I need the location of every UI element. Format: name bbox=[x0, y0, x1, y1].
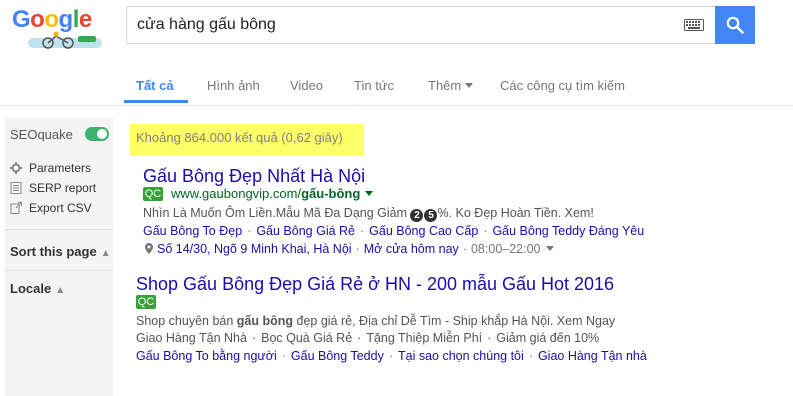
desc-number-badge: 5 bbox=[424, 209, 438, 222]
desc-text: đẹp giá rẻ, Địa chỉ Dễ Tìm - Ship khắp H… bbox=[293, 314, 616, 328]
callout: Bọc Quà Giá Rẻ bbox=[261, 331, 353, 345]
separator-dot: · bbox=[251, 331, 257, 345]
ad-description: Shop chuyên bán gấu bông đẹp giá rẻ, Địa… bbox=[136, 314, 615, 328]
tab-video[interactable]: Video bbox=[290, 78, 323, 93]
chevron-up-icon: ▲ bbox=[100, 248, 111, 259]
export-icon bbox=[10, 202, 22, 214]
separator-dot: · bbox=[483, 224, 488, 238]
ad-badge: QC bbox=[143, 187, 163, 201]
sort-label: Sort this page bbox=[10, 244, 97, 259]
sitelink[interactable]: Gấu Bông Teddy Đáng Yêu bbox=[492, 224, 644, 238]
separator-dot: · bbox=[388, 349, 393, 363]
ad-description: Nhìn Là Muốn Ôm Liền.Mẫu Mã Đa Dạng Giảm… bbox=[143, 206, 594, 222]
separator-dot: · bbox=[462, 242, 467, 256]
separator-dot: · bbox=[281, 349, 286, 363]
desc-text: Shop chuyên bán bbox=[136, 314, 237, 328]
ad-title[interactable]: Shop Gấu Bông Đẹp Giá Rẻ ở HN - 200 mẫu … bbox=[136, 274, 614, 295]
gear-icon bbox=[10, 162, 22, 174]
ad-sitelinks: Gấu Bông To Đẹp · Gấu Bông Giá Rẻ · Gấu Bông… bbox=[143, 224, 644, 238]
search-button[interactable] bbox=[715, 6, 755, 44]
separator-dot: · bbox=[487, 331, 492, 345]
sitelink[interactable]: Gấu Bông To Đẹp bbox=[143, 224, 242, 238]
hours-link[interactable]: Mở cửa hôm nay bbox=[364, 242, 459, 256]
active-tab-indicator bbox=[124, 100, 188, 103]
sitelink[interactable]: Tại sao chọn chúng tôi bbox=[398, 349, 524, 363]
sidebar-item-label: SERP report bbox=[29, 181, 97, 195]
search-tabs: Tất cả Hình ảnh Video Tin tức Thêm Các c… bbox=[0, 56, 793, 106]
callout: Tặng Thiệp Miễn Phí bbox=[366, 331, 483, 345]
separator-dot: · bbox=[360, 224, 365, 238]
sidebar-item-export-csv[interactable]: Export CSV bbox=[10, 201, 92, 215]
search-icon bbox=[726, 16, 744, 34]
locale-section[interactable]: Locale ▲ bbox=[10, 281, 65, 296]
result-stats: Khoảng 864.000 kết quả (0,62 giây) bbox=[130, 124, 364, 156]
sidebar-item-serp-report[interactable]: SERP report bbox=[10, 181, 96, 195]
chevron-down-icon[interactable] bbox=[365, 191, 374, 196]
sidebar-item-label: Export CSV bbox=[29, 201, 92, 215]
seoquake-title: SEOquake bbox=[10, 127, 73, 142]
sidebar-item-parameters[interactable]: Parameters bbox=[10, 161, 91, 175]
sitelink[interactable]: Gấu Bông Teddy bbox=[291, 349, 384, 363]
chevron-up-icon: ▲ bbox=[55, 285, 66, 296]
ad-title[interactable]: Gấu Bông Đẹp Nhất Hà Nội bbox=[143, 166, 365, 187]
desc-number-badge: 2 bbox=[410, 209, 424, 222]
desc-text: Nhìn Là Muốn Ôm Liền.Mẫu Mã Đa Dạng Giảm bbox=[143, 206, 411, 220]
ad-location: Số 14/30, Ngõ 9 Minh Khai, Hà Nội · Mở cửa… bbox=[145, 242, 554, 256]
tab-all[interactable]: Tất cả bbox=[136, 78, 174, 93]
sitelink[interactable]: Gấu Bông Giá Rẻ bbox=[256, 224, 355, 238]
ad-callouts: Giao Hàng Tận Nhà · Bọc Quà Giá Rẻ · Tặng Th… bbox=[136, 331, 599, 345]
ad-sitelinks: Gấu Bông To bằng người · Gấu Bông Teddy · Tạ… bbox=[136, 349, 647, 363]
separator-dot: · bbox=[528, 349, 533, 363]
tab-search-tools[interactable]: Các công cụ tìm kiếm bbox=[500, 78, 625, 93]
callout: Giảm giá đến 10% bbox=[496, 331, 600, 345]
hours-value: 08:00–22:00 bbox=[470, 242, 541, 256]
sort-this-page[interactable]: Sort this page ▲ bbox=[10, 244, 111, 259]
separator-dot: · bbox=[357, 331, 362, 345]
ad-badge: QC bbox=[136, 295, 156, 309]
location-link[interactable]: Số 14/30, Ngõ 9 Minh Khai, Hà Nội bbox=[157, 242, 352, 256]
search-input[interactable] bbox=[127, 7, 667, 43]
chevron-down-icon bbox=[465, 83, 474, 88]
ad-url-keyword: gấu-bông bbox=[301, 186, 361, 201]
sitelink[interactable]: Giao Hàng Tận nhà bbox=[538, 349, 647, 363]
desc-text: %. Ko Đẹp Hoàn Tiền. Xem! bbox=[437, 206, 594, 220]
toggle-knob bbox=[97, 129, 107, 139]
callout: Giao Hàng Tận Nhà bbox=[136, 331, 247, 345]
tab-more-label: Thêm bbox=[428, 78, 462, 93]
separator-dot: · bbox=[247, 224, 252, 238]
divider bbox=[5, 229, 113, 230]
ad-url-prefix: www.gaubongvip.com/ bbox=[171, 186, 302, 201]
sitelink[interactable]: Gấu Bông Cao Cấp bbox=[369, 224, 478, 238]
seoquake-sidebar: SEOquake Parameters SERP report Export C… bbox=[5, 118, 113, 396]
document-icon bbox=[10, 182, 22, 194]
map-pin-icon bbox=[145, 243, 153, 254]
chevron-down-icon[interactable] bbox=[545, 246, 554, 251]
tab-news[interactable]: Tin tức bbox=[354, 78, 394, 93]
header: Google bbox=[0, 0, 793, 56]
sidebar-item-label: Parameters bbox=[29, 161, 92, 175]
locale-label: Locale bbox=[10, 281, 52, 296]
google-doodle-logo[interactable]: Google bbox=[12, 6, 110, 49]
keyboard-icon[interactable] bbox=[684, 19, 704, 31]
search-box bbox=[126, 6, 716, 44]
ad-url[interactable]: www.gaubongvip.com/gấu-bông bbox=[171, 186, 374, 201]
seoquake-toggle[interactable] bbox=[85, 127, 109, 141]
divider bbox=[5, 270, 113, 271]
tab-images[interactable]: Hình ảnh bbox=[207, 78, 260, 93]
sitelink[interactable]: Gấu Bông To bằng người bbox=[136, 349, 277, 363]
tab-more[interactable]: Thêm bbox=[428, 78, 474, 93]
doodle-bicycle-icon bbox=[28, 31, 102, 49]
desc-keyword: gấu bông bbox=[236, 314, 294, 328]
separator-dot: · bbox=[355, 242, 360, 256]
